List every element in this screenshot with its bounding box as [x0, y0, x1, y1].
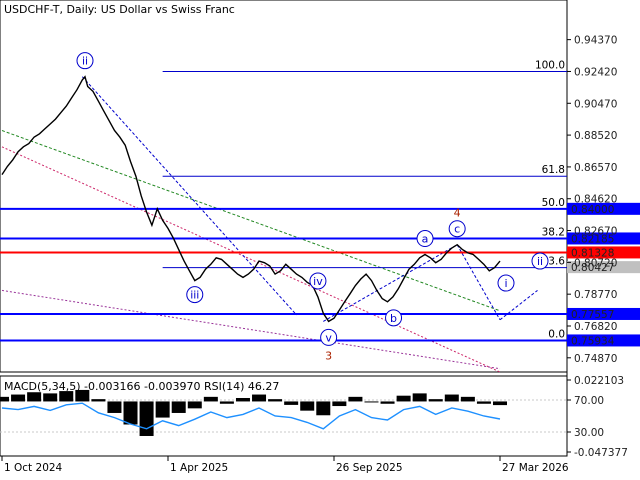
price-tick-label: 0.90470 — [574, 98, 617, 110]
wave-label: c — [454, 223, 460, 236]
macd-bar — [364, 401, 379, 403]
price-tick-label: 0.86570 — [574, 162, 617, 174]
fib-level-label: 100.0 — [535, 59, 565, 71]
macd-bar — [476, 401, 491, 404]
chart-title: USDCHF-T, Daily: US Dollar vs Swiss Fran… — [4, 3, 235, 16]
level-value-label: 0.75934 — [571, 335, 615, 347]
indicator-title: MACD(5,34,5) -0.003166 -0.003970 RSI(14)… — [4, 380, 279, 393]
price-tick-label: 0.82670 — [574, 226, 617, 238]
price-tick-label: 0.88520 — [574, 130, 617, 142]
chart-canvas: 100.061.850.00.8400038.20.821850.813280.… — [0, 0, 640, 480]
macd-bar — [219, 401, 234, 404]
price-tick-label: 0.80720 — [574, 257, 617, 269]
wave-label: ii — [537, 255, 543, 268]
wave-label: iii — [190, 289, 199, 302]
macd-bar — [348, 396, 363, 402]
macd-bar — [187, 401, 202, 409]
macd-bar — [300, 401, 315, 411]
time-tick-label: 26 Sep 2025 — [336, 462, 403, 474]
wave-label: 3 — [325, 349, 332, 362]
fib-level-label: 38.2 — [542, 226, 565, 238]
macd-bar — [43, 393, 58, 402]
macd-bar — [235, 397, 250, 402]
time-tick-label: 1 Oct 2024 — [4, 462, 63, 474]
indicator-tick-label: 70.00 — [574, 395, 604, 407]
price-tick-label: 0.84620 — [574, 194, 617, 206]
macd-bar — [396, 395, 411, 402]
macd-bar — [252, 394, 267, 402]
macd-bar — [171, 401, 186, 413]
macd-bar — [107, 401, 122, 413]
wave-label: a — [422, 233, 429, 246]
wave-label: b — [390, 312, 397, 325]
macd-bar — [91, 399, 106, 402]
macd-bar — [155, 401, 170, 418]
macd-bar — [123, 401, 138, 425]
indicator-tick-label: -0.047377 — [574, 447, 628, 459]
macd-bar — [27, 392, 42, 402]
fib-level-label: 61.8 — [542, 164, 565, 176]
price-tick-label: 0.78770 — [574, 289, 617, 301]
wave-label: i — [504, 277, 507, 290]
fib-level-label: 50.0 — [542, 197, 565, 209]
macd-bar — [493, 401, 507, 406]
time-tick-label: 27 Mar 2026 — [502, 462, 569, 474]
macd-bar — [316, 401, 331, 416]
price-tick-label: 0.92420 — [574, 66, 617, 78]
macd-bar — [0, 396, 9, 402]
wave-label: iv — [313, 275, 323, 288]
macd-bar — [203, 396, 218, 402]
macd-bar — [460, 396, 475, 402]
wave-label: 4 — [454, 207, 461, 220]
macd-bar — [444, 394, 459, 402]
macd-bar — [332, 401, 347, 407]
price-tick-label: 0.74870 — [574, 353, 617, 365]
macd-bar — [139, 401, 154, 436]
indicator-tick-label: 0.022103 — [574, 375, 624, 387]
macd-bar — [428, 399, 443, 402]
price-tick-label: 0.76820 — [574, 321, 617, 333]
wave-label: ii — [82, 55, 88, 68]
macd-bar — [284, 401, 299, 405]
wave-label: v — [325, 331, 332, 344]
time-tick-label: 1 Apr 2025 — [170, 462, 228, 474]
macd-bar — [268, 399, 283, 402]
macd-bar — [380, 401, 395, 404]
level-value-label: 0.77557 — [571, 309, 614, 321]
macd-bar — [11, 394, 26, 402]
indicator-tick-label: 30.00 — [574, 427, 604, 439]
macd-bar — [412, 393, 427, 402]
price-tick-label: 0.94370 — [574, 35, 617, 47]
fib-level-label: 0.0 — [548, 328, 565, 340]
